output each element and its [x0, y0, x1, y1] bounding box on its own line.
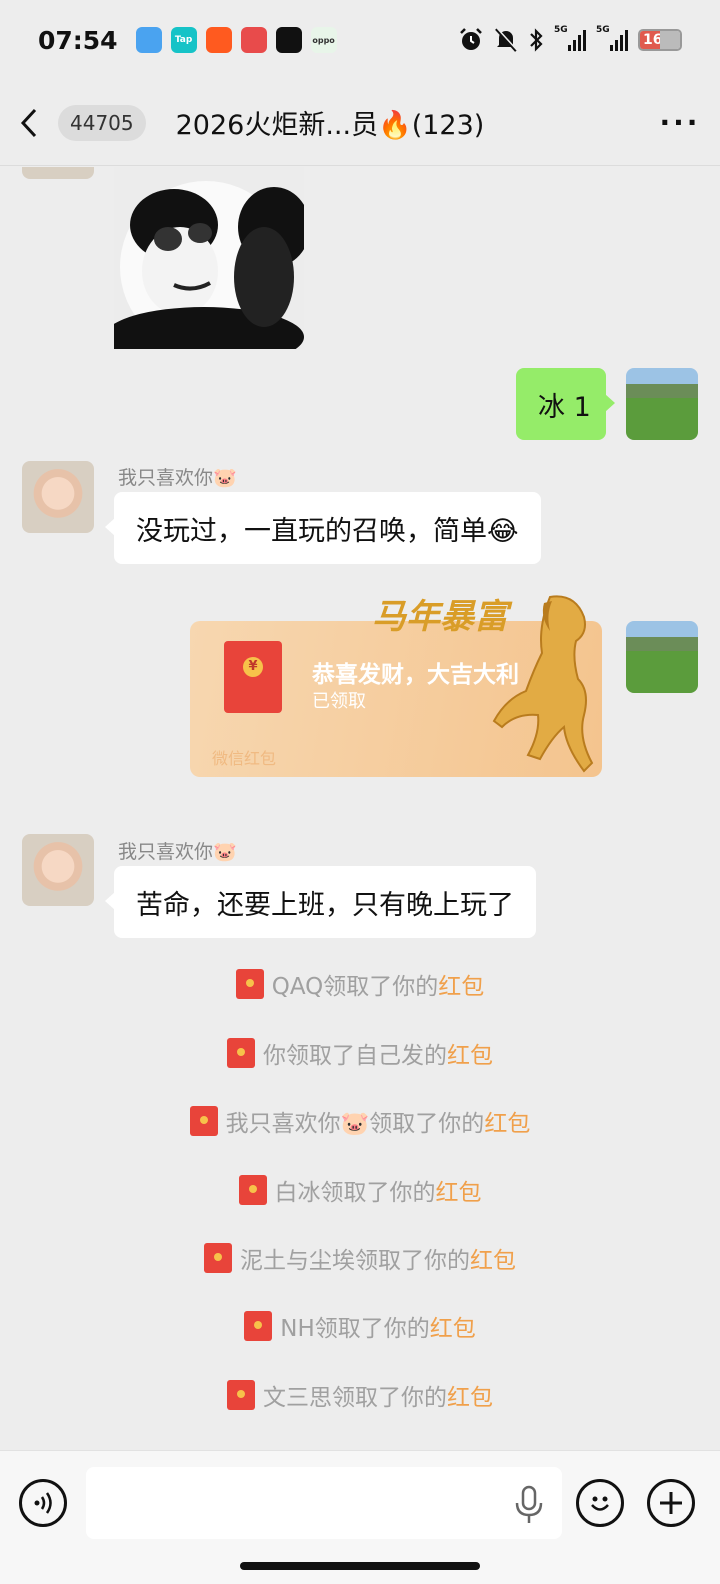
system-message-text: 白冰领取了你的 [274, 1180, 436, 1206]
back-button[interactable] [0, 80, 58, 166]
system-message-text: 泥土与尘埃领取了你的 [240, 1248, 470, 1274]
smiley-icon [591, 1496, 609, 1511]
system-message-red-packet: QAQ领取了你的 红包 [0, 967, 720, 1001]
sender-name: 我只喜欢你🐷 [118, 841, 237, 863]
red-packet-footer: 微信红包 [212, 749, 277, 768]
emoji-button[interactable] [576, 1479, 624, 1527]
bluetooth-icon [530, 28, 543, 52]
message-bubble[interactable]: 没玩过，一直玩的召唤，简单😂 [105, 492, 541, 564]
red-packet-link[interactable]: 红包 [438, 967, 484, 1001]
red-envelope-icon [224, 641, 282, 713]
more-options-button[interactable]: ··· [640, 80, 720, 166]
system-message-text: 你领取了自己发的 [263, 1043, 447, 1069]
network-type-label: 5G [554, 25, 568, 35]
plus-icon [660, 1492, 682, 1514]
status-app-icons: Tap oppo [135, 27, 337, 53]
alarm-icon [460, 28, 482, 50]
red-packet-status: 已领取 [312, 691, 366, 712]
message-input[interactable] [86, 1467, 562, 1539]
signal-strength-icon: 5G [596, 25, 628, 51]
system-message-red-packet: NH领取了你的 红包 [0, 1309, 720, 1343]
red-envelope-icon [235, 969, 264, 999]
red-envelope-icon [227, 1038, 255, 1068]
avatar[interactable] [22, 834, 94, 906]
voice-icon [34, 1492, 52, 1514]
system-message-red-packet: 泥土与尘埃领取了你的 红包 [0, 1241, 720, 1275]
status-right: 5G 5G 16 [458, 25, 682, 53]
kuaishou-app-icon [205, 27, 232, 53]
message-bubble[interactable]: 苦命，还要上班，只有晚上玩了 [105, 866, 536, 938]
battery-icon: 16 [638, 29, 682, 51]
red-envelope-icon [244, 1311, 273, 1341]
horse-year-banner: 马年暴富 [372, 597, 508, 637]
system-message-red-packet: 文三思领取了你的 红包 [0, 1378, 720, 1412]
oppo-app-icon: oppo [310, 27, 337, 53]
paper-plane-app-icon [135, 27, 162, 53]
microphone-icon[interactable] [512, 1485, 546, 1525]
red-packet-link[interactable]: 红包 [447, 1036, 493, 1070]
voice-input-button[interactable] [19, 1479, 67, 1527]
system-message-text: 我只喜欢你🐷领取了你的 [225, 1111, 485, 1137]
status-bar: 07:54 Tap oppo 5G 5G 16 [0, 0, 720, 80]
more-actions-button[interactable] [647, 1479, 695, 1527]
home-indicator[interactable] [240, 1562, 480, 1570]
unread-count-badge[interactable]: 44705 [58, 104, 146, 141]
my-avatar[interactable] [626, 368, 698, 440]
panda-meme-sticker[interactable] [114, 167, 304, 349]
system-message-red-packet: 白冰领取了你的 红包 [0, 1173, 720, 1207]
red-envelope-icon [227, 1380, 255, 1410]
red-packet-link[interactable]: 红包 [430, 1309, 476, 1343]
network-type-label: 5G [596, 25, 610, 35]
red-envelope-icon [189, 1106, 218, 1136]
system-message-text: QAQ领取了你的 [271, 974, 439, 1000]
chat-message-list[interactable]: 冰 1 我只喜欢你🐷 没玩过，一直玩的召唤，简单😂 恭喜发财，大吉大利 已领取 … [0, 167, 720, 1450]
game-app-icon [240, 27, 267, 53]
outgoing-message-bubble[interactable]: 冰 1 [516, 368, 615, 440]
battery-level: 16 [640, 31, 662, 49]
sender-name: 我只喜欢你🐷 [118, 467, 237, 489]
red-packet-link[interactable]: 红包 [470, 1241, 516, 1275]
red-envelope-icon [238, 1175, 267, 1205]
red-packet-link[interactable]: 红包 [484, 1104, 530, 1138]
chevron-left-icon [20, 108, 37, 137]
taptap-app-icon: Tap [170, 27, 197, 53]
my-avatar[interactable] [626, 621, 698, 693]
red-packet-link[interactable]: 红包 [436, 1173, 482, 1207]
signal-strength-icon: 5G [554, 25, 586, 51]
avatar[interactable] [22, 167, 94, 179]
avatar[interactable] [22, 461, 94, 533]
red-packet-link[interactable]: 红包 [447, 1378, 493, 1412]
system-message-text: 文三思领取了你的 [263, 1385, 447, 1411]
music-app-icon [275, 27, 302, 53]
chat-header: 44705 2026火炬新...员🔥(123) ··· [0, 80, 720, 166]
system-message-red-packet: 我只喜欢你🐷领取了你的 红包 [0, 1104, 720, 1138]
red-envelope-icon [204, 1243, 232, 1273]
red-packet-card[interactable]: 恭喜发财，大吉大利 已领取 微信红包 [190, 595, 602, 777]
page-title: 2026火炬新...员🔥(123) [175, 110, 485, 141]
status-time: 07:54 [38, 25, 118, 55]
system-message-text: NH领取了你的 [280, 1316, 430, 1342]
mute-bell-icon [495, 27, 518, 52]
system-message-red-packet: 你领取了自己发的 红包 [0, 1036, 720, 1070]
